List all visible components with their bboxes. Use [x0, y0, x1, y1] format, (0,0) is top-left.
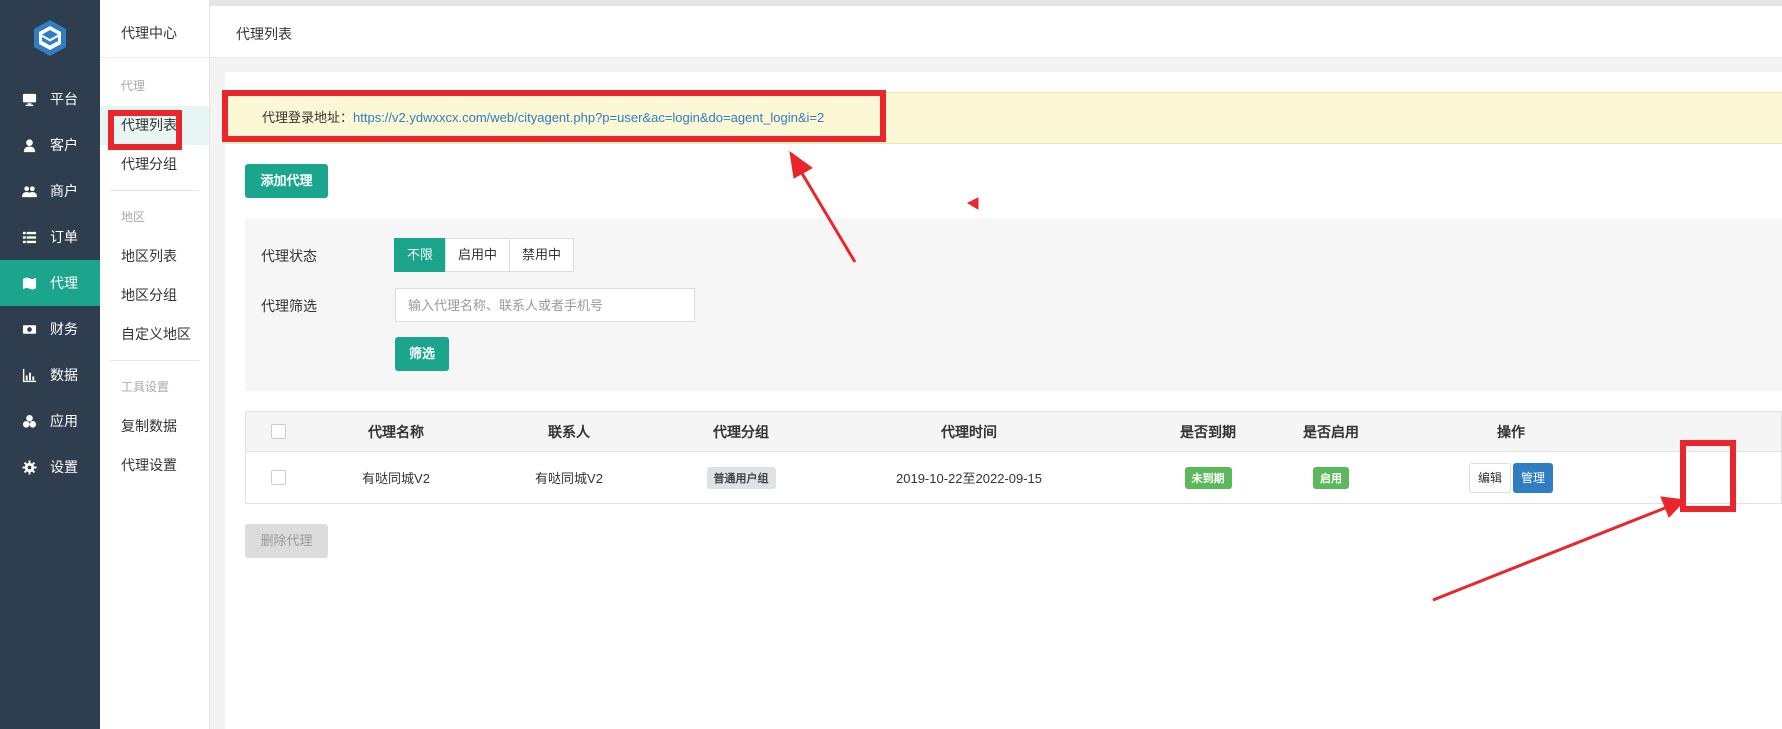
gear-icon [20, 459, 38, 475]
subnav-item-agent-settings[interactable]: 代理设置 [100, 446, 209, 485]
delete-agent-button[interactable]: 删除代理 [245, 524, 328, 558]
column-header: 联系人 [548, 423, 590, 440]
agent-contact-cell: 有哒同城V2 [535, 471, 603, 486]
select-all-checkbox[interactable] [271, 424, 286, 439]
logo[interactable] [0, 0, 100, 76]
edit-button[interactable]: 编辑 [1469, 462, 1511, 493]
nav-label: 代理 [50, 275, 78, 291]
nav-customer[interactable]: 客户 [0, 122, 100, 168]
filter-submit-button[interactable]: 筛选 [395, 337, 449, 371]
row-checkbox[interactable] [271, 470, 286, 485]
add-agent-button[interactable]: 添加代理 [245, 164, 328, 198]
money-icon [20, 322, 38, 337]
agent-login-link[interactable]: https://v2.ydwxxcx.com/web/cityagent.php… [353, 110, 824, 125]
nav-label: 客户 [50, 137, 78, 153]
group-badge: 普通用户组 [706, 466, 776, 489]
subnav-item-region-group[interactable]: 地区分组 [100, 276, 209, 315]
agent-table: 代理名称 联系人 代理分组 代理时间 是否到期 是否启用 操作 有哒同城V2 有… [245, 411, 1782, 504]
nav-merchant[interactable]: 商户 [0, 168, 100, 214]
manage-button[interactable]: 管理 [1513, 462, 1553, 493]
nav-finance[interactable]: 财务 [0, 306, 100, 352]
expiry-badge: 未到期 [1184, 466, 1232, 489]
nav-platform[interactable]: 平台 [0, 76, 100, 122]
login-address-notice: 代理登录地址：https://v2.ydwxxcx.com/web/cityag… [225, 92, 1782, 144]
notice-label: 代理登录地址： [262, 110, 354, 125]
users-icon [20, 184, 38, 199]
nav-label: 订单 [50, 229, 78, 245]
column-header: 是否到期 [1180, 423, 1236, 440]
agent-time-cell: 2019-10-22至2022-09-15 [896, 471, 1042, 486]
status-segmented-control: 不限 启用中 禁用中 [394, 238, 575, 272]
search-filter-label: 代理筛选 [261, 298, 317, 314]
list-icon [20, 230, 38, 245]
select-all-cell [256, 412, 301, 451]
column-header: 代理分组 [713, 423, 769, 440]
subnav-item-region-list[interactable]: 地区列表 [100, 237, 209, 276]
row-select-cell [256, 452, 301, 503]
nav-order[interactable]: 订单 [0, 214, 100, 260]
subnav-group-label: 代理 [121, 79, 146, 93]
subnav-item-agent-list[interactable]: 代理列表 [100, 106, 209, 145]
sub-sidebar: 代理中心 代理 代理列表 代理分组 地区 地区列表 地区分组 自定义地区 工具设… [100, 0, 210, 729]
nav-apps[interactable]: 应用 [0, 398, 100, 444]
status-filter-label: 代理状态 [261, 248, 317, 264]
divider [110, 190, 199, 191]
enabled-cell: 启用 [1271, 452, 1391, 503]
subnav-item-agent-group[interactable]: 代理分组 [100, 145, 209, 184]
subnav-item-copy-data[interactable]: 复制数据 [100, 407, 209, 446]
subnav-group-label: 地区 [121, 210, 146, 224]
agent-search-input[interactable] [395, 288, 695, 322]
page-header: 代理列表 [210, 6, 1782, 58]
nav-label: 数据 [50, 367, 78, 383]
nav-label: 商户 [50, 183, 78, 199]
subnav-item-custom-region[interactable]: 自定义地区 [100, 315, 209, 354]
user-icon [20, 138, 38, 153]
nav-agent[interactable]: 代理 [0, 260, 100, 306]
bar-chart-icon [20, 368, 38, 383]
agent-name-cell: 有哒同城V2 [362, 471, 430, 486]
nav-label: 平台 [50, 91, 78, 107]
subnav-title: 代理中心 [100, 0, 209, 58]
monitor-icon [20, 92, 38, 107]
enabled-badge: 启用 [1313, 466, 1349, 489]
cubes-icon [20, 414, 38, 429]
nav-data[interactable]: 数据 [0, 352, 100, 398]
table-row: 有哒同城V2 有哒同城V2 普通用户组 2019-10-22至2022-09-1… [246, 452, 1781, 503]
column-header: 代理时间 [941, 423, 997, 440]
subnav-group-label: 工具设置 [121, 380, 170, 394]
nav-label: 应用 [50, 413, 78, 429]
table-header: 代理名称 联系人 代理分组 代理时间 是否到期 是否启用 操作 [246, 412, 1781, 452]
logo-icon [34, 20, 66, 56]
nav-label: 设置 [50, 459, 78, 475]
column-header: 是否启用 [1303, 423, 1359, 440]
column-header: 操作 [1497, 423, 1525, 440]
agent-group-cell: 普通用户组 [666, 452, 816, 503]
main-sidebar: 平台 客户 商户 订单 代理 财务 数据 应用 设置 [0, 0, 100, 729]
status-option-disabled[interactable]: 禁用中 [509, 238, 575, 272]
nav-label: 财务 [50, 321, 78, 337]
nav-settings[interactable]: 设置 [0, 444, 100, 490]
main-content: 代理登录地址：https://v2.ydwxxcx.com/web/cityag… [225, 72, 1782, 729]
filter-panel: 代理状态 不限 启用中 禁用中 代理筛选 筛选 [245, 219, 1782, 391]
status-option-enabled[interactable]: 启用中 [445, 238, 511, 272]
page-title: 代理列表 [236, 26, 292, 42]
column-header: 代理名称 [368, 423, 424, 440]
divider [110, 360, 199, 361]
expiry-cell: 未到期 [1148, 452, 1268, 503]
status-option-all[interactable]: 不限 [394, 238, 447, 272]
map-icon [20, 276, 38, 291]
actions-cell: 编辑 管理 [1441, 452, 1581, 503]
